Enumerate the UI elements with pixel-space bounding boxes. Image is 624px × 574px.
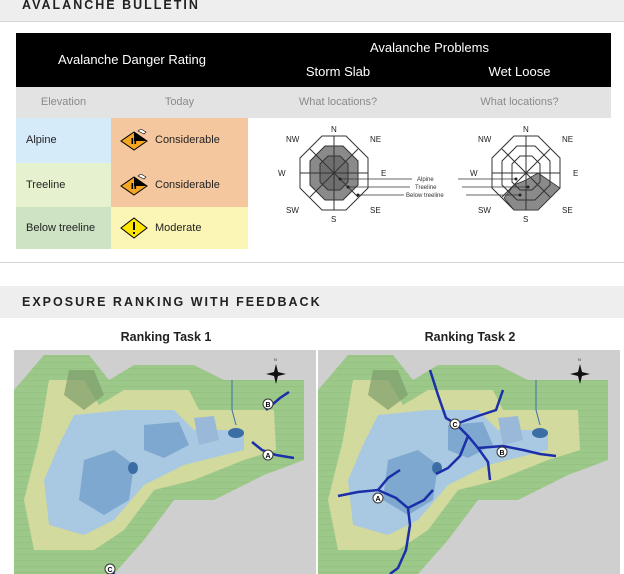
dir-label: W [278, 169, 286, 178]
marker-c: C [452, 422, 457, 429]
table-header: Avalanche Danger Rating Avalanche Proble… [16, 33, 611, 87]
locations-header-storm-slab: What locations? [248, 87, 428, 118]
rating-cell-alpine: Considerable [111, 118, 248, 163]
ranking-task-2-title: Ranking Task 2 [424, 330, 516, 344]
danger-rating-header: Avalanche Danger Rating [58, 52, 206, 67]
aspect-rose-diagrams: N NE E SE S SW W NW N NE E SE S SW W NW [278, 125, 578, 224]
marker-c: C [107, 567, 112, 574]
dir-label: W [470, 169, 478, 178]
ranking-task-2-map[interactable]: N C B A [318, 350, 620, 574]
wet-loose-aspect-rose [491, 135, 561, 211]
ranking-task-1-map[interactable]: N B A C [14, 350, 316, 574]
elevation-below-treeline: Below treeline [16, 207, 111, 249]
elevation-alpine: Alpine [16, 118, 111, 163]
ranking-task-1-title: Ranking Task 1 [120, 330, 212, 344]
dir-label: SW [478, 206, 491, 215]
divider [0, 21, 624, 22]
danger-rating-label: Moderate [155, 222, 202, 234]
dir-label: NE [562, 135, 573, 144]
dir-label: NE [370, 135, 381, 144]
problem-wet-loose: Wet Loose [488, 64, 551, 79]
danger-rating-label: Considerable [155, 179, 220, 191]
dir-label: SW [286, 206, 299, 215]
dir-label: N [331, 125, 337, 134]
moderate-danger-icon [120, 217, 148, 239]
dir-label: NW [478, 135, 492, 144]
north-label: N [578, 357, 581, 362]
problem-storm-slab: Storm Slab [305, 64, 371, 79]
aspect-roses-cell: N NE E SE S SW W NW N NE E SE S SW W NW [248, 118, 611, 249]
dir-label: SE [370, 206, 381, 215]
considerable-danger-icon [120, 174, 148, 196]
legend-below-treeline: Below treeline [406, 193, 444, 199]
avalanche-bulletin-table: Avalanche Danger Rating Avalanche Proble… [16, 33, 611, 249]
divider [0, 262, 624, 263]
dir-label: N [523, 125, 529, 134]
north-label: N [274, 357, 277, 362]
legend-alpine: Alpine [417, 177, 434, 183]
rating-cell-treeline: Considerable [111, 163, 248, 207]
today-column-header: Today [111, 87, 248, 118]
legend-treeline: Treeline [415, 185, 437, 191]
dir-label: S [331, 215, 336, 224]
elevation-treeline: Treeline [16, 163, 111, 207]
dir-label: S [523, 215, 528, 224]
dir-label: SE [562, 206, 573, 215]
dir-label: E [381, 169, 386, 178]
elevation-column-header: Elevation [16, 87, 111, 118]
exposure-section-title: EXPOSURE RANKING WITH FEEDBACK [0, 286, 624, 318]
dir-label: E [573, 169, 578, 178]
storm-slab-aspect-rose [299, 135, 369, 211]
map-divider [316, 350, 318, 574]
marker-a: A [265, 453, 270, 460]
bulletin-section-title: AVALANCHE BULLETIN [0, 0, 624, 21]
avalanche-problems-header: Avalanche Problems [370, 40, 489, 55]
marker-a: A [375, 496, 380, 503]
marker-b: B [499, 450, 504, 457]
rating-cell-below-treeline: Moderate [111, 207, 248, 249]
danger-rating-label: Considerable [155, 134, 220, 146]
marker-b: B [265, 402, 270, 409]
dir-label: NW [286, 135, 300, 144]
considerable-danger-icon [120, 129, 148, 151]
locations-header-wet-loose: What locations? [428, 87, 611, 118]
